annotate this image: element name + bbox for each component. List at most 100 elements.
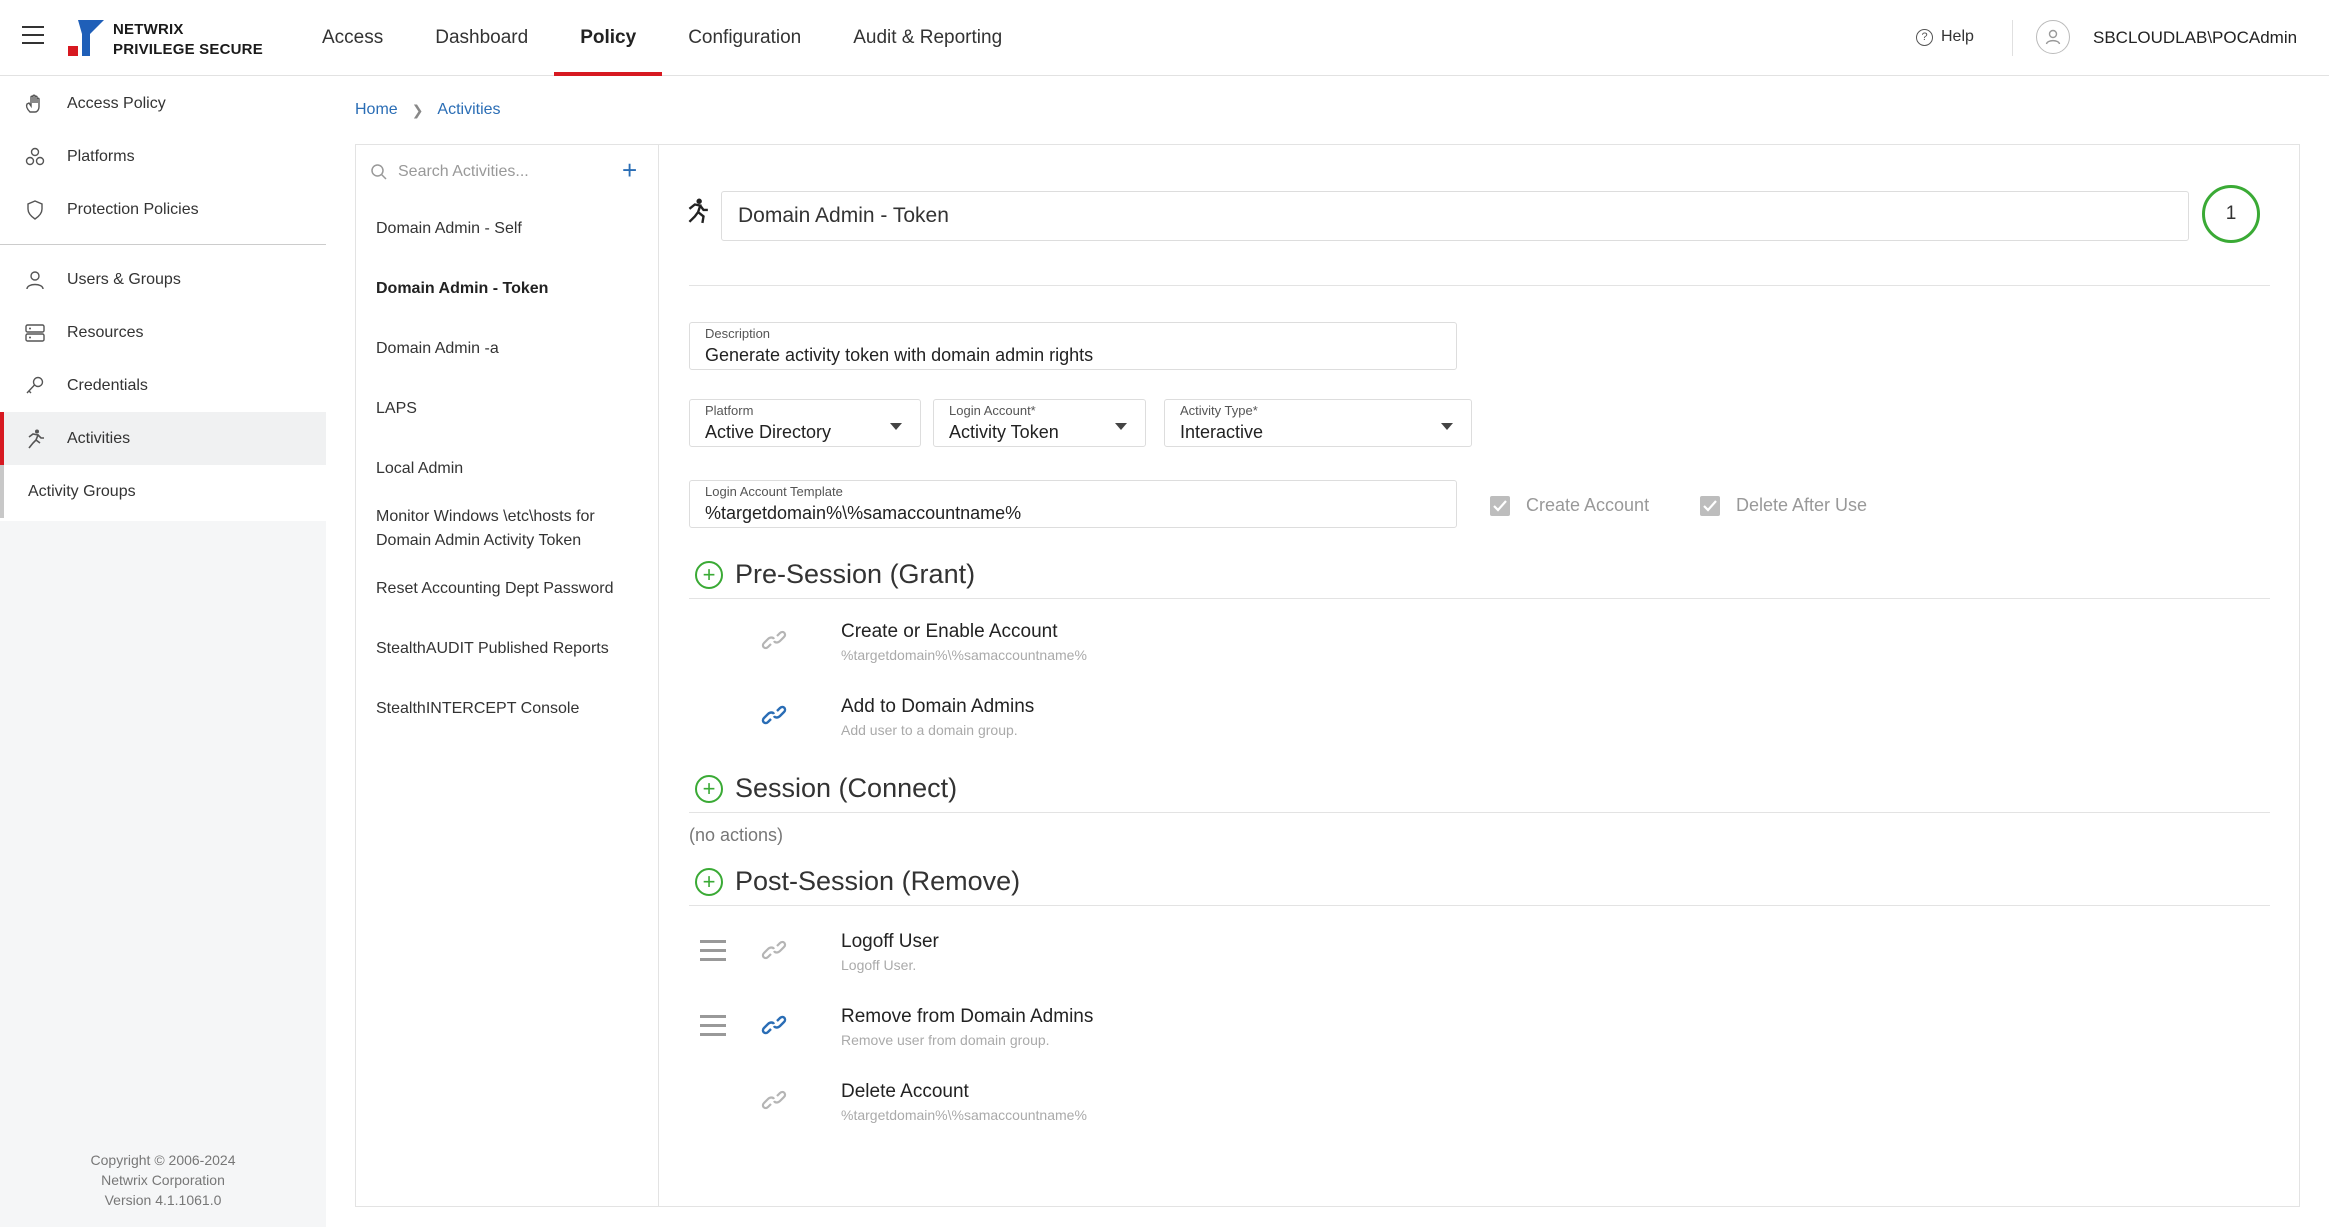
breadcrumb-current[interactable]: Activities (437, 101, 500, 119)
logo-text: NETWRIX PRIVILEGE SECURE (113, 20, 263, 60)
link-icon[interactable] (760, 1012, 788, 1038)
chevron-down-icon (1441, 423, 1453, 430)
key-icon (26, 376, 44, 394)
sidebar-item-label: Credentials (67, 376, 148, 394)
divider (689, 598, 2270, 599)
list-item[interactable]: Local Admin (356, 457, 659, 481)
drag-handle-icon[interactable] (700, 940, 726, 962)
add-pre-session-action-icon[interactable]: + (695, 560, 723, 589)
drag-handle-icon[interactable] (700, 1015, 726, 1037)
sidebar-item-activities[interactable]: Activities (0, 412, 326, 465)
link-icon[interactable] (760, 1087, 788, 1113)
copyright: Copyright © 2006-2024 Netwrix Corporatio… (0, 1150, 326, 1210)
action-row[interactable]: Remove from Domain Admins Remove user fr… (660, 1000, 2260, 1060)
add-session-action-icon[interactable]: + (695, 774, 723, 803)
sidebar-item-resources[interactable]: Resources (0, 306, 326, 359)
netwrix-logo-icon (68, 20, 104, 56)
username[interactable]: SBCLOUDLAB\POCAdmin (2093, 28, 2297, 48)
top-bar: NETWRIX PRIVILEGE SECURE Access Dashboar… (0, 0, 2329, 76)
sidebar-item-label: Resources (67, 323, 144, 341)
description-field[interactable]: Description Generate activity token with… (689, 322, 1457, 370)
nav-configuration[interactable]: Configuration (662, 0, 827, 76)
action-row[interactable]: Create or Enable Account %targetdomain%\… (660, 615, 2260, 675)
action-row[interactable]: Delete Account %targetdomain%\%samaccoun… (660, 1075, 2260, 1135)
netwrix-logo[interactable]: NETWRIX PRIVILEGE SECURE (68, 18, 268, 58)
hamburger-menu-icon[interactable] (22, 26, 44, 44)
link-icon[interactable] (760, 627, 788, 653)
link-icon[interactable] (760, 937, 788, 963)
login-template-field[interactable]: Login Account Template %targetdomain%\%s… (689, 480, 1457, 528)
platform-select[interactable]: Platform Active Directory (689, 399, 921, 447)
list-item[interactable]: LAPS (356, 397, 659, 421)
sidebar-item-users-groups[interactable]: Users & Groups (0, 253, 326, 306)
action-description: %targetdomain%\%samaccountname% (841, 1107, 1087, 1123)
add-post-session-action-icon[interactable]: + (695, 867, 723, 896)
avatar-icon[interactable] (2036, 20, 2070, 54)
action-name: Create or Enable Account (841, 621, 1058, 642)
chevron-down-icon (1115, 423, 1127, 430)
company-line: Netwrix Corporation (101, 1172, 225, 1188)
activity-type-value: Interactive (1180, 422, 1264, 442)
search-icon (371, 164, 387, 180)
help-label: Help (1941, 28, 1974, 45)
action-description: %targetdomain%\%samaccountname% (841, 647, 1087, 663)
action-row[interactable]: Add to Domain Admins Add user to a domai… (660, 690, 2260, 750)
sidebar-item-label: Access Policy (67, 94, 166, 112)
sidebar-item-protection-policies[interactable]: Protection Policies (0, 183, 326, 236)
nav-policy[interactable]: Policy (554, 0, 663, 76)
runner-icon (688, 198, 708, 224)
list-item[interactable]: StealthAUDIT Published Reports (356, 637, 659, 661)
pre-session-header: + Pre-Session (Grant) (695, 559, 975, 590)
activity-detail: 1 Description Generate activity token wi… (660, 145, 2300, 1206)
header-divider (2012, 20, 2013, 56)
list-item[interactable]: StealthINTERCEPT Console (356, 697, 659, 721)
breadcrumb-home[interactable]: Home (355, 101, 398, 119)
platforms-icon (25, 147, 45, 166)
login-template-label: Login Account Template (705, 484, 843, 499)
sidebar-item-platforms[interactable]: Platforms (0, 130, 326, 183)
activity-type-select[interactable]: Activity Type* Interactive (1164, 399, 1472, 447)
server-icon (25, 324, 45, 342)
sidebar-item-label: Activities (67, 429, 131, 447)
nav-dashboard[interactable]: Dashboard (409, 0, 554, 76)
action-description: Logoff User. (841, 957, 917, 973)
description-label: Description (705, 326, 771, 341)
add-activity-button[interactable]: + (622, 157, 637, 183)
create-account-checkbox[interactable]: Create Account (1490, 495, 1649, 516)
login-template-value: %targetdomain%\%samaccountname% (705, 503, 1022, 523)
logo-line1: NETWRIX (113, 21, 184, 38)
login-account-label: Login Account* (949, 403, 1036, 418)
delete-after-use-label: Delete After Use (1736, 495, 1868, 515)
list-item[interactable]: Domain Admin - Self (356, 217, 659, 241)
breadcrumb: Home ❯ Activities (355, 101, 501, 119)
sidebar-divider (0, 244, 326, 245)
list-item[interactable]: Domain Admin - Token (356, 277, 659, 301)
nav-access[interactable]: Access (296, 0, 409, 76)
login-account-select[interactable]: Login Account* Activity Token (933, 399, 1146, 447)
chevron-down-icon (890, 423, 902, 430)
nav-audit-reporting[interactable]: Audit & Reporting (827, 0, 1028, 76)
sidebar-item-label: Platforms (67, 147, 135, 165)
runner-icon (28, 429, 44, 449)
action-row[interactable]: Logoff User Logoff User. (660, 925, 2260, 985)
activity-name-input[interactable] (721, 191, 2189, 241)
copyright-line: Copyright © 2006-2024 (90, 1152, 236, 1168)
list-item[interactable]: Domain Admin -a (356, 337, 659, 361)
shield-icon (27, 200, 43, 220)
help-button[interactable]: ? Help (1916, 28, 1974, 46)
description-value: Generate activity token with domain admi… (705, 345, 1094, 365)
login-account-value: Activity Token (949, 422, 1059, 442)
list-item[interactable]: Reset Accounting Dept Password (356, 577, 659, 601)
sidebar-subitem-activity-groups[interactable]: Activity Groups (0, 465, 326, 518)
link-icon[interactable] (760, 702, 788, 728)
list-item[interactable]: Monitor Windows \etc\hosts for Domain Ad… (356, 505, 659, 553)
version-line: Version 4.1.1061.0 (104, 1192, 222, 1208)
logo-line2: PRIVILEGE SECURE (113, 41, 263, 58)
sidebar-item-access-policy[interactable]: Access Policy (0, 77, 326, 130)
activities-panel: + Domain Admin - Self Domain Admin - Tok… (355, 144, 2300, 1207)
search-box (370, 159, 620, 185)
sidebar-item-credentials[interactable]: Credentials (0, 359, 326, 412)
delete-after-use-checkbox[interactable]: Delete After Use (1700, 495, 1867, 516)
search-input[interactable] (398, 163, 598, 181)
action-name: Remove from Domain Admins (841, 1006, 1094, 1027)
